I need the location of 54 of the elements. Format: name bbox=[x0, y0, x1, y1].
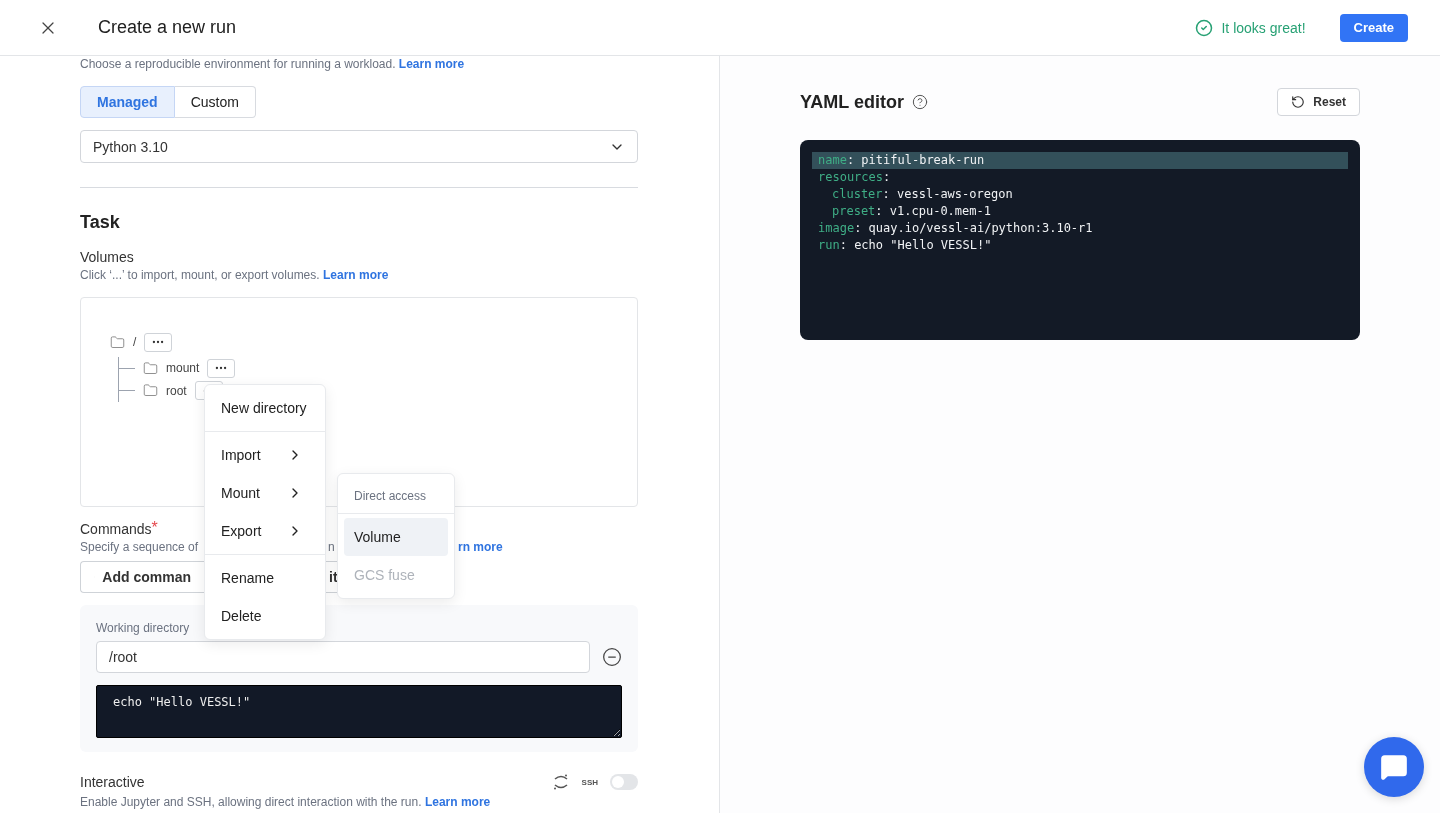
commands-description: Specify a sequence of bbox=[80, 540, 199, 554]
field-label: Interactive bbox=[80, 773, 145, 792]
command-editor[interactable]: echo "Hello VESSL!" bbox=[96, 685, 622, 738]
remove-icon[interactable] bbox=[602, 647, 622, 667]
help-icon[interactable] bbox=[912, 94, 929, 110]
folder-name[interactable]: mount bbox=[166, 361, 200, 376]
ssh-label: SSH bbox=[581, 777, 598, 787]
jupyter-icon bbox=[551, 773, 570, 791]
add-command-button[interactable]: Add comman bbox=[80, 561, 204, 593]
environment-tab[interactable]: Custom bbox=[174, 86, 256, 118]
field-label: Working directory bbox=[96, 621, 191, 635]
environment-tab[interactable]: Managed bbox=[80, 86, 175, 118]
create-button[interactable]: Create bbox=[1339, 13, 1408, 42]
page-title: Create a new run bbox=[98, 17, 238, 38]
code-line: preset: v1.cpu-0.mem-1 bbox=[831, 203, 992, 220]
menu-header: Direct access bbox=[338, 474, 454, 514]
editor-title: YAML editor bbox=[800, 91, 905, 113]
status-text: It looks great! bbox=[1221, 19, 1306, 36]
menu-item[interactable]: Delete bbox=[211, 597, 319, 635]
menu-item[interactable]: Mount bbox=[211, 474, 319, 512]
folder-name[interactable]: root bbox=[166, 383, 187, 398]
code-line: run: echo "Hello VESSL!" bbox=[817, 237, 993, 254]
menu-item[interactable]: New directory bbox=[211, 389, 319, 427]
field-label: Commands bbox=[80, 520, 152, 539]
chat-icon bbox=[1380, 753, 1408, 781]
learn-more-link[interactable]: Learn more bbox=[323, 268, 389, 282]
section-title: Task bbox=[80, 212, 121, 233]
menu-item[interactable]: Import bbox=[211, 436, 319, 474]
required-mark: * bbox=[151, 519, 158, 538]
field-label: Volumes bbox=[80, 248, 134, 267]
reset-button[interactable]: Reset bbox=[1277, 88, 1360, 116]
volumes-description: Click ‘...’ to import, mount, or export volumes. Learn more bbox=[80, 267, 390, 283]
yaml-editor[interactable]: name: pitiful-break-run resources: cluster: vessl-aws-oregon preset: v1.cpu-0.mem-1 image: quay.io/vessl-ai/python:3.10-r1 run: echo "Hello VESSL!" bbox=[800, 140, 1360, 340]
image-select[interactable]: Python 3.10 bbox=[80, 130, 638, 163]
folder-icon bbox=[143, 360, 158, 376]
commands-description: n bbox=[328, 540, 335, 554]
menu-item[interactable]: Rename bbox=[211, 559, 319, 597]
interactive-switch[interactable] bbox=[610, 774, 638, 790]
folder-icon bbox=[110, 334, 125, 350]
reset-icon bbox=[1291, 95, 1306, 109]
check-circle-icon bbox=[1195, 18, 1214, 37]
working-directory-field[interactable]: /root bbox=[96, 641, 590, 673]
folder-icon bbox=[143, 383, 158, 399]
interactive-description: Enable Jupyter and SSH, allowing direct interaction with the run. Learn more bbox=[80, 794, 492, 810]
learn-more-link[interactable]: rn more bbox=[458, 539, 503, 555]
environment-description: Choose a reproducible environment for running a workload. Learn more bbox=[80, 56, 466, 72]
folder-name[interactable]: / bbox=[133, 335, 137, 349]
menu-item[interactable]: Export bbox=[211, 512, 319, 550]
learn-more-link[interactable]: Learn more bbox=[424, 795, 491, 809]
learn-more-link[interactable]: Learn more bbox=[398, 57, 465, 71]
code-line: cluster: vessl-aws-oregon bbox=[831, 186, 1014, 203]
code-line: image: quay.io/vessl-ai/python:3.10-r1 bbox=[817, 220, 1094, 237]
code-line: resources: bbox=[817, 169, 892, 186]
menu-item[interactable]: Volume bbox=[344, 518, 448, 556]
